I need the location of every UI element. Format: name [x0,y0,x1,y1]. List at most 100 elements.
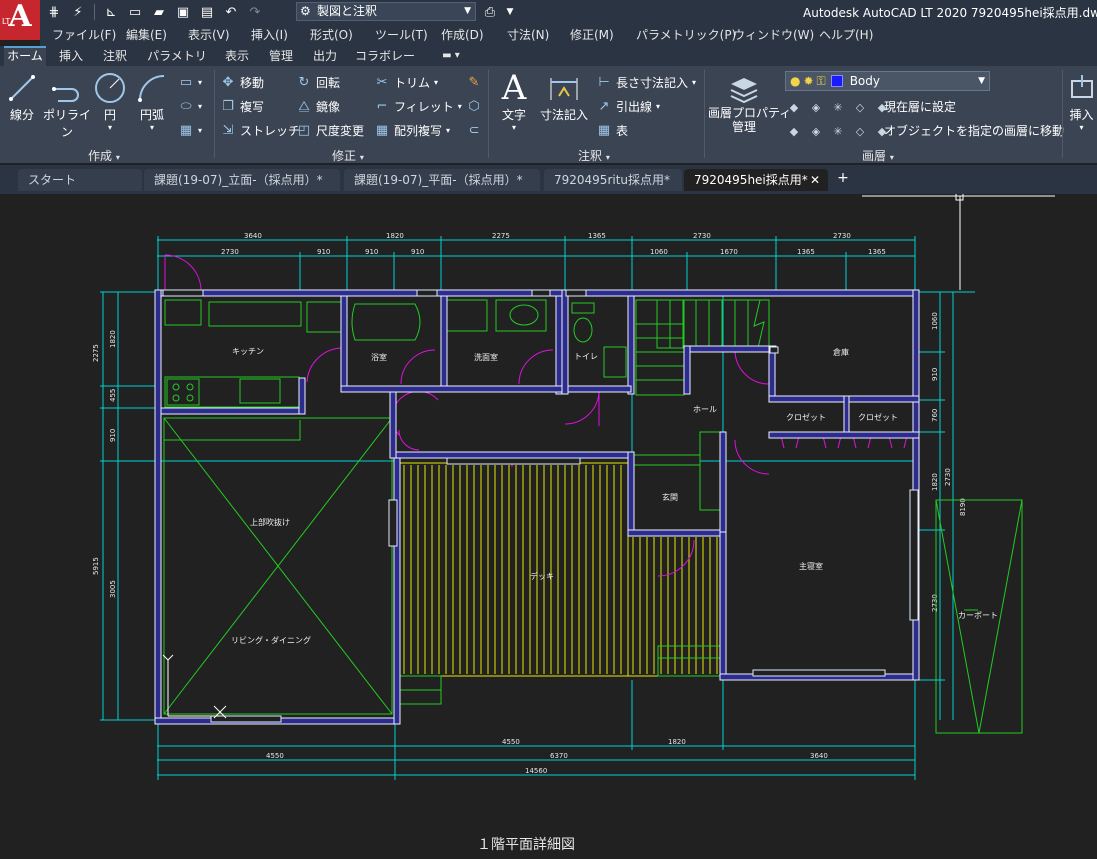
menu-file[interactable]: ファイル(F) [52,24,116,46]
menu-dimension[interactable]: 寸法(N) [507,24,549,46]
menu-format[interactable]: 形式(O) [310,24,353,46]
array-tool[interactable]: ▦ 配列複写 ▾ [374,120,450,140]
menu-view[interactable]: 表示(V) [188,24,230,46]
menu-insert[interactable]: 挿入(I) [251,24,288,46]
app-menu-button[interactable]: A LT [0,0,40,40]
ribbon-tabs: ホーム 挿入 注釈 パラメトリック 表示 管理 出力 コラボレート ▬ ▾ [0,46,1097,83]
svg-text:1365: 1365 [797,248,815,256]
layer-lock-icon[interactable]: ◇ [852,100,868,114]
new-file-icon[interactable]: ▭ [125,3,145,21]
modify-panel-title[interactable]: 修正 ▾ [332,147,364,164]
circle-tool[interactable]: 円 ▾ [92,70,128,132]
menu-parametric[interactable]: パラメトリック(P) [636,24,736,46]
file-tab-plan[interactable]: 課題(19-07)_平面-（採点用）* [344,169,540,191]
scale-tool[interactable]: ◰ 尺度変更 [296,120,364,140]
tab-view[interactable]: 表示 [220,46,254,66]
layer-unlock-icon[interactable]: ◇ [852,124,868,138]
save-icon[interactable]: ▣ [173,3,193,21]
polyline-tool[interactable]: ポリライン [42,70,92,140]
tab-parametric[interactable]: パラメトリック [142,46,212,83]
save-as-icon[interactable]: ▤ [197,3,217,21]
file-tab-start[interactable]: スタート [18,169,142,191]
menu-help[interactable]: ヘルプ(H) [819,24,873,46]
move-tool[interactable]: ✥ 移動 [220,72,264,92]
fillet-tool[interactable]: ⌐ フィレット ▾ [374,96,462,116]
text-tool[interactable]: A 文字 ▾ [494,68,534,132]
table-icon: ▦ [597,122,611,138]
new-tab-plus-icon[interactable]: + [835,170,851,186]
make-current-tool[interactable]: 現在層に設定 [884,96,956,116]
trim-tool[interactable]: ✂ トリム ▾ [374,72,438,92]
move-to-layer-tool[interactable]: オブジェクトを指定の画層に移動 [884,120,1064,140]
menu-tools[interactable]: ツール(T) [375,24,428,46]
stretch-tool[interactable]: ⇲ ストレッチ [220,120,300,140]
layers-panel-title[interactable]: 画層 ▾ [862,147,894,164]
erase-tool[interactable]: ✎ [466,72,482,92]
print-icon[interactable]: ⎙ [480,3,500,21]
workspace-dropdown[interactable]: ⚙ 製図と注釈 ▼ [296,2,476,21]
customize-qat-icon[interactable]: ▼ [500,3,520,21]
svg-text:2730: 2730 [931,594,939,612]
room-deck: デッキ [530,571,554,581]
annotation-panel-title[interactable]: 注釈 ▾ [578,147,610,164]
svg-text:3005: 3005 [109,580,117,598]
file-tab-hei[interactable]: 7920495hei採点用* ✕ [684,169,828,191]
draw-panel-title[interactable]: 作成 ▾ [88,147,120,164]
menu-edit[interactable]: 編集(E) [126,24,167,46]
tab-output[interactable]: 出力 [308,46,342,66]
tab-collaborate[interactable]: コラボレート [352,46,418,83]
offset-tool[interactable]: ⊂ [466,120,482,140]
layer-unisolate-icon[interactable]: ◈ [808,124,824,138]
svg-text:2275: 2275 [492,232,510,240]
close-icon[interactable]: ✕ [810,169,820,191]
svg-text:1820: 1820 [931,473,939,491]
rectangle-tool[interactable]: ▭ ▾ [178,72,202,92]
open-folder-icon[interactable]: ▰ [149,3,169,21]
tab-insert[interactable]: 挿入 [54,46,88,66]
redo-icon[interactable]: ↷ [245,3,265,21]
svg-text:2730: 2730 [221,248,239,256]
hatch-tool[interactable]: ⬭ ▾ [178,96,202,116]
tab-annotate[interactable]: 注釈 [98,46,132,66]
insert-block-tool[interactable]: 挿入 ▾ [1066,70,1097,132]
copy-tool[interactable]: ❐ 複写 [220,96,264,116]
wall-segment [768,345,776,401]
dimension-tool[interactable]: 寸法記入 [538,70,590,123]
layer-dropdown[interactable]: ● ✹ ⚿ Body ▼ [785,71,990,91]
ribbon-options-icon[interactable]: ▬ ▾ [436,46,466,66]
file-tab-ritu[interactable]: 7920495ritu採点用* [544,169,682,191]
tab-home[interactable]: ホーム [4,46,46,66]
linear-dimension-icon: ⊢ [598,74,610,90]
rotate-tool[interactable]: ↻ 回転 [296,72,340,92]
layer-thaw-icon[interactable]: ✳ [830,124,846,138]
drawing-area[interactable]: 3640 1820 2275 1365 2730 2730 2730 910 9… [0,194,1097,859]
table-tool[interactable]: ▦ 表 [596,120,628,140]
layer-isolate-icon[interactable]: ◈ [808,100,824,114]
mirror-tool[interactable]: ⧋ 鏡像 [296,96,340,116]
grid-icon[interactable]: ⋕ [44,3,64,21]
layer-on-icon[interactable]: ◆ [786,124,802,138]
line-tool[interactable]: 線分 [4,70,40,123]
chevron-down-icon: ▾ [1079,123,1084,132]
menu-modify[interactable]: 修正(M) [570,24,614,46]
linear-dimension-tool[interactable]: ⊢ 長さ寸法記入 ▾ [596,72,696,92]
menu-window[interactable]: ウィンドウ(W) [733,24,814,46]
layer-freeze-icon[interactable]: ✳ [830,100,846,114]
file-tab-elevation[interactable]: 課題(19-07)_立面-（採点用）* [144,169,340,191]
explode-tool[interactable]: ⬡ [466,96,482,116]
svg-text:910: 910 [317,248,330,256]
ucs-icon[interactable]: ⊾ [101,3,121,21]
leader-tool[interactable]: ↗ 引出線 ▾ [596,96,660,116]
tab-manage[interactable]: 管理 [264,46,298,66]
layer-properties-tool[interactable]: 画層プロパティ 管理 [708,70,791,134]
menu-draw[interactable]: 作成(D) [441,24,484,46]
wall-segment [627,451,635,537]
room-living-dining: リビング・ダイニング [231,635,311,645]
wall-segment [768,431,920,439]
svg-text:910: 910 [365,248,378,256]
snap-icon[interactable]: ⚡ [68,3,88,21]
hatch-pattern-tool[interactable]: ▦ ▾ [178,120,202,140]
undo-icon[interactable]: ↶ [221,3,241,21]
arc-tool[interactable]: 円弧 ▾ [134,70,170,132]
layer-off-icon[interactable]: ◆ [786,100,802,114]
